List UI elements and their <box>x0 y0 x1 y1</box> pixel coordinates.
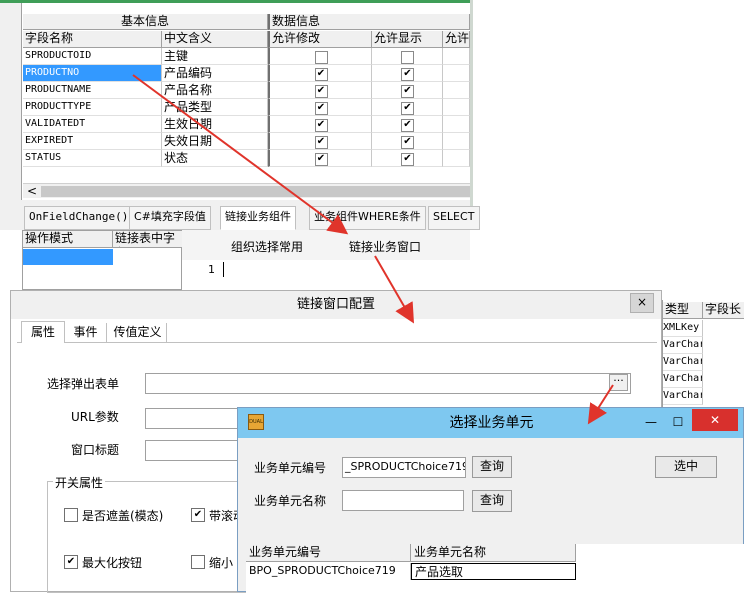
arrow-browse-to-select <box>587 384 614 425</box>
annotation-arrows <box>132 74 614 425</box>
arrow-link-to-dialog <box>374 255 415 324</box>
arrow-field-to-link <box>132 74 349 235</box>
